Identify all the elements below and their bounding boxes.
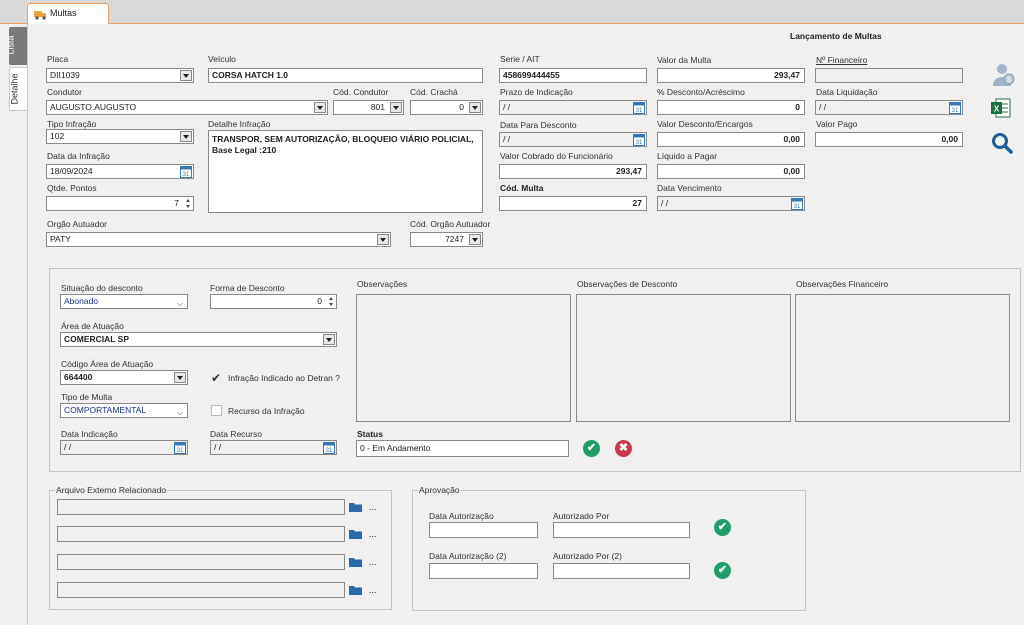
side-tab-lista[interactable]: Lista <box>6 27 27 65</box>
obs-financeiro-textarea[interactable] <box>795 294 1010 422</box>
veiculo-field[interactable]: CORSA HATCH 1.0 <box>208 68 483 83</box>
page-title: Lançamento de Multas <box>790 31 882 41</box>
calendar-icon[interactable]: 31 <box>791 197 803 210</box>
calendar-icon[interactable]: 31 <box>323 441 335 454</box>
svg-text:X: X <box>994 105 1000 114</box>
area-select[interactable]: COMERCIAL SP <box>60 332 337 347</box>
valor-desconto-field[interactable]: 0,00 <box>657 132 805 147</box>
spin-arrows-icon[interactable] <box>326 295 335 308</box>
svg-text:31: 31 <box>636 140 643 146</box>
situacao-select[interactable]: Abonado ⌵ <box>60 294 188 309</box>
arquivo-field-1[interactable] <box>57 499 345 515</box>
data-liquidacao-date[interactable]: / / 31 <box>815 100 963 115</box>
desconto-pct-field[interactable]: 0 <box>657 100 805 115</box>
svg-text:31: 31 <box>952 108 959 114</box>
calendar-icon[interactable]: 31 <box>949 101 961 114</box>
tab-bar <box>0 0 1024 24</box>
cod-orgao-select[interactable]: 7247 <box>410 232 483 247</box>
browse-dots[interactable]: ... <box>369 502 377 512</box>
tipo-multa-select[interactable]: COMPORTAMENTAL ⌵ <box>60 403 188 418</box>
tab-multas-label: Multas <box>50 8 77 18</box>
valor-multa-field[interactable]: 293,47 <box>657 68 805 83</box>
status-field[interactable]: 0 - Em Andamento <box>356 440 569 457</box>
search-icon[interactable] <box>991 132 1013 154</box>
recurso-checkbox[interactable] <box>211 405 222 416</box>
svg-text:$: $ <box>1007 77 1011 84</box>
observacoes-textarea[interactable] <box>356 294 571 422</box>
approve-2-icon[interactable]: ✔ <box>714 562 731 579</box>
calendar-icon[interactable]: 31 <box>180 165 192 178</box>
valor-cobrado-field[interactable]: 293,47 <box>499 164 647 179</box>
data-infracao-date[interactable]: 18/09/2024 31 <box>46 164 194 179</box>
cod-condutor-select[interactable]: 801 <box>333 100 404 115</box>
tipo-infracao-select[interactable]: 102 <box>46 129 194 144</box>
detalhe-infracao-textarea[interactable]: TRANSPOR, SEM AUTORIZAÇÃO, BLOQUEIO VIÁR… <box>208 130 483 213</box>
placa-select[interactable]: DII1039 <box>46 68 194 83</box>
calendar-icon[interactable]: 31 <box>174 441 186 454</box>
data-autorizacao-2-field[interactable] <box>429 563 538 579</box>
prazo-date[interactable]: / / 31 <box>499 100 647 115</box>
cod-cracha-select[interactable]: 0 <box>410 100 483 115</box>
browse-dots[interactable]: ... <box>369 557 377 567</box>
arquivo-field-2[interactable] <box>57 526 345 542</box>
svg-text:31: 31 <box>326 448 333 454</box>
browse-dots[interactable]: ... <box>369 529 377 539</box>
arquivo-field-3[interactable] <box>57 554 345 570</box>
data-vencimento-date[interactable]: / / 31 <box>657 196 805 211</box>
confirm-status-icon[interactable]: ✔ <box>583 440 600 457</box>
folder-icon[interactable] <box>349 557 362 567</box>
liquido-field[interactable]: 0,00 <box>657 164 805 179</box>
svg-text:31: 31 <box>177 448 184 454</box>
cancel-status-icon[interactable]: ✖ <box>615 440 632 457</box>
condutor-select[interactable]: AUGUSTO.AUGUSTO <box>46 100 328 115</box>
data-recurso-date[interactable]: / / 31 <box>210 440 337 455</box>
side-tab-detalhe[interactable]: Detalhe <box>9 67 27 111</box>
calendar-icon[interactable]: 31 <box>633 101 645 114</box>
folder-icon[interactable] <box>349 502 362 512</box>
cod-multa-field[interactable]: 27 <box>499 196 647 211</box>
spin-arrows-icon[interactable] <box>183 197 192 210</box>
autorizado-por-2-field[interactable] <box>553 563 690 579</box>
obs-desconto-textarea[interactable] <box>576 294 791 422</box>
browse-dots[interactable]: ... <box>369 585 377 595</box>
autorizado-por-field[interactable] <box>553 522 690 538</box>
svg-text:31: 31 <box>183 172 190 178</box>
data-autorizacao-field[interactable] <box>429 522 538 538</box>
data-desconto-date[interactable]: / / 31 <box>499 132 647 147</box>
n-financeiro-link[interactable]: Nº Financeiro <box>816 55 867 65</box>
truck-icon <box>34 8 47 20</box>
qtde-pontos-stepper[interactable]: 7 <box>46 196 194 211</box>
approve-icon[interactable]: ✔ <box>714 519 731 536</box>
tab-multas[interactable]: Multas <box>27 3 109 24</box>
arquivo-field-4[interactable] <box>57 582 345 598</box>
forma-desconto-stepper[interactable]: 0 <box>210 294 337 309</box>
svg-text:31: 31 <box>636 108 643 114</box>
infracao-detran-checkbox[interactable]: ✔ <box>211 372 223 384</box>
serie-field[interactable]: 458699444455 <box>499 68 647 83</box>
user-money-icon[interactable]: $ <box>990 62 1016 88</box>
svg-text:31: 31 <box>794 204 801 210</box>
calendar-icon[interactable]: 31 <box>633 133 645 146</box>
folder-icon[interactable] <box>349 585 362 595</box>
excel-icon[interactable]: X <box>990 97 1012 119</box>
data-indicacao-date[interactable]: / / 31 <box>60 440 188 455</box>
n-financeiro-field[interactable] <box>815 68 963 83</box>
orgao-select[interactable]: PATY <box>46 232 391 247</box>
cod-area-select[interactable]: 664400 <box>60 370 188 385</box>
folder-icon[interactable] <box>349 529 362 539</box>
valor-pago-field[interactable]: 0,00 <box>815 132 963 147</box>
